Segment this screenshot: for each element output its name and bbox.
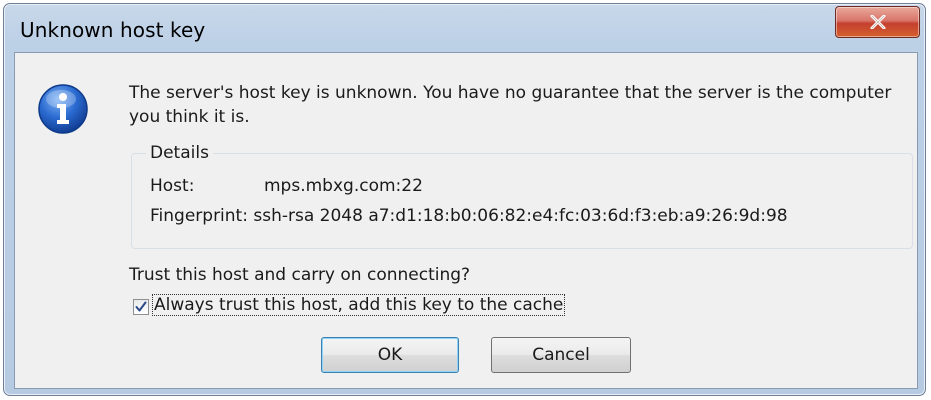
always-trust-checkbox[interactable] xyxy=(133,299,149,315)
dialog-window: Unknown host key The server's host key i… xyxy=(3,3,926,396)
details-legend: Details xyxy=(146,143,213,163)
always-trust-label[interactable]: Always trust this host, add this key to … xyxy=(151,294,566,316)
cancel-button[interactable]: Cancel xyxy=(491,337,631,373)
host-label: Host: xyxy=(150,176,195,196)
information-icon xyxy=(38,84,88,134)
dialog-body: The server's host key is unknown. You ha… xyxy=(14,52,918,389)
ok-button[interactable]: OK xyxy=(321,337,459,373)
dialog-title: Unknown host key xyxy=(20,18,206,42)
close-button[interactable] xyxy=(835,6,920,38)
fingerprint-row: Fingerprint: ssh-rsa 2048 a7:d1:18:b0:06… xyxy=(150,206,788,226)
host-row: Host: mps.mbxg.com:22 xyxy=(150,176,423,196)
fingerprint-value: ssh-rsa 2048 a7:d1:18:b0:06:82:e4:fc:03:… xyxy=(253,206,788,226)
close-icon xyxy=(870,15,885,29)
details-group: Details Host: mps.mbxg.com:22 Fingerprint… xyxy=(131,143,913,249)
trust-question: Trust this host and carry on connecting? xyxy=(129,265,471,285)
checkmark-icon xyxy=(135,301,147,312)
dialog-message: The server's host key is unknown. You ha… xyxy=(129,83,892,127)
fingerprint-label: Fingerprint: xyxy=(150,206,248,226)
host-value: mps.mbxg.com:22 xyxy=(264,176,423,196)
